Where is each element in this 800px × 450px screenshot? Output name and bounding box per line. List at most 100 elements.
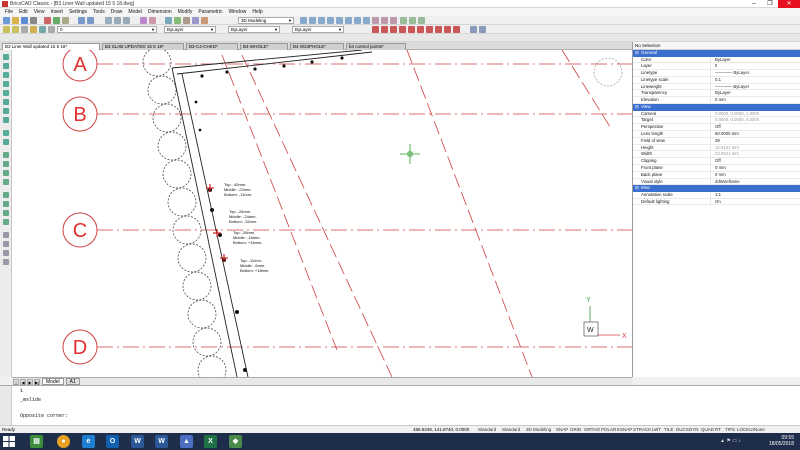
status-toggle-ortho[interactable]: ORTHO [584, 427, 600, 432]
new-icon[interactable] [3, 17, 10, 24]
menu-parametric[interactable]: Parametric [195, 9, 225, 15]
next-tab-icon[interactable]: ▶ [27, 378, 33, 385]
array-icon[interactable] [3, 241, 9, 247]
arc-icon[interactable] [3, 72, 9, 78]
property-value[interactable]: 39 [711, 138, 720, 144]
mirror-icon[interactable] [3, 179, 9, 185]
property-row[interactable]: Height 12.6161 mm [633, 144, 800, 152]
first-tab-icon[interactable]: |◀ [13, 378, 19, 391]
spline-icon[interactable] [3, 117, 9, 123]
status-toggle-polar[interactable]: POLAR [601, 427, 616, 432]
tab-layout-a1[interactable]: A1 [65, 378, 80, 385]
ucs-world-icon[interactable] [381, 17, 388, 24]
snap-tangent-icon[interactable] [444, 26, 451, 33]
property-row[interactable]: Linetype ———— ByLayer [633, 70, 800, 77]
rotate-icon[interactable] [3, 161, 9, 167]
ie-task-icon[interactable]: e [82, 435, 95, 448]
zoom-window-icon[interactable] [123, 17, 130, 24]
close-button[interactable]: ✕ [778, 0, 800, 8]
circle-icon[interactable] [3, 81, 9, 87]
word-task-icon[interactable]: W [131, 435, 144, 448]
properties-icon[interactable] [149, 17, 156, 24]
menu-edit[interactable]: Edit [16, 9, 31, 15]
menu-view[interactable]: View [31, 9, 48, 15]
doc-tab-b4-whole[interactable]: B4-WHOLE* [240, 43, 288, 50]
snap-settings-icon[interactable] [479, 26, 486, 33]
property-row[interactable]: Field of view 39 [633, 137, 800, 145]
property-row[interactable]: Visual style 2dWireframe [633, 178, 800, 186]
layer-icon[interactable] [140, 17, 147, 24]
color-select[interactable]: ByLayer ▼ [164, 26, 216, 33]
status-toggle-3d-modeling[interactable]: 3D Modeling [526, 427, 551, 432]
app-task-icon[interactable]: ◆ [229, 435, 242, 448]
ucs-icon[interactable] [372, 17, 379, 24]
workspace-select[interactable]: 3D Modeling ▼ [238, 17, 294, 24]
view-top-icon[interactable] [300, 17, 307, 24]
cut-icon[interactable] [44, 17, 51, 24]
property-row[interactable]: Lens length 50.0000 mm [633, 130, 800, 138]
property-row[interactable]: Camera 0.0000, 0.0000, 1.0000 [633, 110, 800, 118]
scale-icon[interactable] [3, 170, 9, 176]
lock-icon[interactable] [48, 26, 55, 33]
cad-task-icon[interactable]: ▲ [180, 435, 193, 448]
property-value[interactable]: 2dWireframe [711, 179, 740, 185]
view-bottom-icon[interactable] [345, 17, 352, 24]
layer-prev-icon[interactable] [21, 26, 28, 33]
polygon-icon[interactable] [3, 99, 9, 105]
save-icon[interactable] [21, 17, 28, 24]
menu-tools[interactable]: Tools [90, 9, 108, 15]
chrome-task-icon[interactable]: ● [57, 435, 70, 448]
property-value[interactable]: 0 mm [711, 97, 726, 103]
property-value[interactable]: 0 [711, 63, 717, 69]
excel-task-icon[interactable]: X [204, 435, 217, 448]
property-row[interactable]: Elevation 0 mm [633, 97, 800, 105]
property-value[interactable]: 23.9521 mm [711, 151, 739, 157]
property-row[interactable]: Transparency ByLayer [633, 90, 800, 98]
snap-nearest-icon[interactable] [453, 26, 460, 33]
rectangle-icon[interactable] [3, 90, 9, 96]
status-toggle-esnap[interactable]: ESNAP [617, 427, 632, 432]
status-toggle-grid[interactable]: GRID [570, 427, 581, 432]
property-value[interactable]: 12.6161 mm [711, 145, 739, 151]
extend-icon[interactable] [3, 210, 9, 216]
menu-window[interactable]: Window [226, 9, 250, 15]
status-toggle-lwt[interactable]: LWT [652, 427, 661, 432]
line-icon[interactable] [3, 54, 9, 60]
view-side-icon[interactable] [318, 17, 325, 24]
property-row[interactable]: Linetype scale 0.1 [633, 76, 800, 84]
status-toggle-dyn[interactable]: DYN [689, 427, 699, 432]
lineweight-select[interactable]: ByLayer ▼ [292, 26, 344, 33]
property-value[interactable]: ByLayer [711, 90, 731, 96]
snap-clear-icon[interactable] [470, 26, 477, 33]
doc-tab-control-points[interactable]: b4 control points* [346, 43, 406, 50]
tray-icons[interactable]: ▲ ⚑ ▭ ♪ [720, 438, 741, 444]
status-toggle-quad[interactable]: QUAD [701, 427, 714, 432]
status-toggle-standard[interactable]: Standard [502, 427, 520, 432]
light-bulb-icon[interactable] [30, 26, 37, 33]
paste-icon[interactable] [62, 17, 69, 24]
offset-icon[interactable] [3, 192, 9, 198]
clock[interactable]: 09:55 18/05/2018 [769, 435, 794, 447]
word2-task-icon[interactable]: W [155, 435, 168, 448]
snap-midpoint-icon[interactable] [381, 26, 388, 33]
view-right-icon[interactable] [363, 17, 370, 24]
view-iso-icon[interactable] [327, 17, 334, 24]
ucs-object-icon[interactable] [390, 17, 397, 24]
property-row[interactable]: Annotation scale 1:1 [633, 191, 800, 199]
view-back-icon[interactable] [336, 17, 343, 24]
snap-endpoint-icon[interactable] [372, 26, 379, 33]
status-toggle-lockui[interactable]: LOCKUI [737, 427, 754, 432]
layer-manager-icon[interactable] [3, 26, 10, 33]
property-row[interactable]: Default lighting On [633, 198, 800, 206]
property-value[interactable]: 0.0000, 0.0000, 1.0000 [711, 111, 759, 117]
menu-help[interactable]: Help [249, 9, 265, 15]
dimension-icon[interactable] [3, 232, 9, 238]
zoom-icon[interactable] [114, 17, 121, 24]
layer-state-icon[interactable] [12, 26, 19, 33]
menu-model[interactable]: Model [125, 9, 145, 15]
property-row[interactable]: Back plane 0 mm [633, 171, 800, 179]
property-value[interactable]: 50.0000 mm [711, 131, 739, 137]
windows-start-icon[interactable] [2, 435, 16, 448]
status-toggle-none[interactable]: None [754, 427, 765, 432]
erase-icon[interactable] [3, 259, 9, 265]
